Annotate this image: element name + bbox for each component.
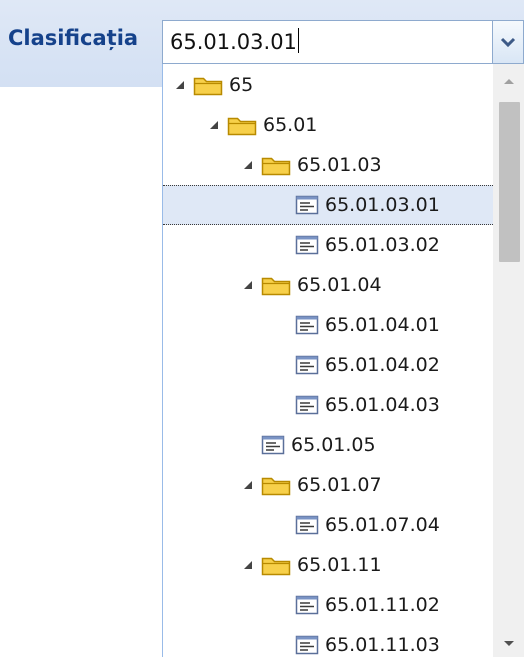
tree-node-label: 65.01.11.02 [325, 594, 440, 616]
tree-node-label: 65.01.04.02 [325, 354, 440, 376]
scroll-down-arrow-icon [503, 633, 515, 652]
tree-leaf-node[interactable]: 65.01.04.03 [163, 385, 493, 425]
chevron-down-icon [500, 33, 516, 52]
tree-folder-node[interactable]: 65 [163, 65, 493, 105]
folder-icon [193, 74, 223, 96]
folder-icon [261, 154, 291, 176]
tree-node-label: 65.01.07.04 [325, 514, 440, 536]
document-icon [261, 435, 285, 455]
folder-icon [261, 554, 291, 576]
tree-list: 65 65.01 65.01.03 65.01.03.01 65.01.03.02 65.… [163, 64, 493, 657]
tree-leaf-node[interactable]: 65.01.03.02 [163, 225, 493, 265]
folder-icon [261, 474, 291, 496]
text-caret [297, 28, 299, 53]
tree-leaf-node[interactable]: 65.01.11.02 [163, 585, 493, 625]
document-icon [295, 235, 319, 255]
vertical-scrollbar[interactable] [493, 64, 524, 657]
tree-node-label: 65.01 [263, 114, 318, 136]
tree-node-label: 65.01.04 [297, 274, 382, 296]
tree-node-label: 65.01.05 [291, 434, 376, 456]
document-icon [295, 395, 319, 415]
tree-leaf-node[interactable]: 65.01.04.01 [163, 305, 493, 345]
tree-folder-node[interactable]: 65.01.07 [163, 465, 493, 505]
combo-dropdown-button[interactable] [492, 20, 524, 64]
tree-node-label: 65.01.03.01 [325, 194, 440, 216]
document-icon [295, 195, 319, 215]
tree-node-label: 65.01.07 [297, 474, 382, 496]
tree-folder-node[interactable]: 65.01 [163, 105, 493, 145]
scroll-up-arrow-icon [503, 70, 515, 89]
tree-leaf-node[interactable]: 65.01.07.04 [163, 505, 493, 545]
document-icon [295, 515, 319, 535]
tree-leaf-node[interactable]: 65.01.03.01 [163, 185, 493, 225]
classification-tree-dropdown: 65 65.01 65.01.03 65.01.03.01 65.01.03.02 65.… [162, 64, 524, 657]
tree-leaf-node[interactable]: 65.01.04.02 [163, 345, 493, 385]
tree-node-label: 65.01.04.01 [325, 314, 440, 336]
scroll-up-button[interactable] [493, 64, 524, 94]
expand-arrow-icon[interactable] [207, 118, 221, 132]
document-icon [295, 635, 319, 655]
folder-icon [227, 114, 257, 136]
tree-folder-node[interactable]: 65.01.11 [163, 545, 493, 585]
scroll-down-button[interactable] [493, 627, 524, 657]
tree-node-label: 65.01.11.03 [325, 634, 440, 656]
expand-arrow-icon[interactable] [173, 78, 187, 92]
tree-node-label: 65.01.11 [297, 554, 382, 576]
document-icon [295, 595, 319, 615]
document-icon [295, 355, 319, 375]
expand-arrow-icon[interactable] [241, 478, 255, 492]
expand-arrow-icon[interactable] [241, 158, 255, 172]
tree-folder-node[interactable]: 65.01.04 [163, 265, 493, 305]
tree-node-label: 65.01.04.03 [325, 394, 440, 416]
tree-node-label: 65.01.03.02 [325, 234, 440, 256]
tree-folder-node[interactable]: 65.01.03 [163, 145, 493, 185]
folder-icon [261, 274, 291, 296]
field-label: Clasificația [8, 26, 139, 50]
scrollbar-thumb[interactable] [499, 102, 520, 262]
expand-arrow-icon[interactable] [241, 278, 255, 292]
tree-leaf-node[interactable]: 65.01.05 [163, 425, 493, 465]
expand-arrow-icon[interactable] [241, 558, 255, 572]
combo-input-value: 65.01.03.01 [170, 30, 297, 54]
tree-leaf-node[interactable]: 65.01.11.03 [163, 625, 493, 657]
document-icon [295, 315, 319, 335]
classification-combo-input[interactable]: 65.01.03.01 [162, 20, 492, 64]
tree-node-label: 65 [229, 74, 254, 96]
tree-node-label: 65.01.03 [297, 154, 382, 176]
